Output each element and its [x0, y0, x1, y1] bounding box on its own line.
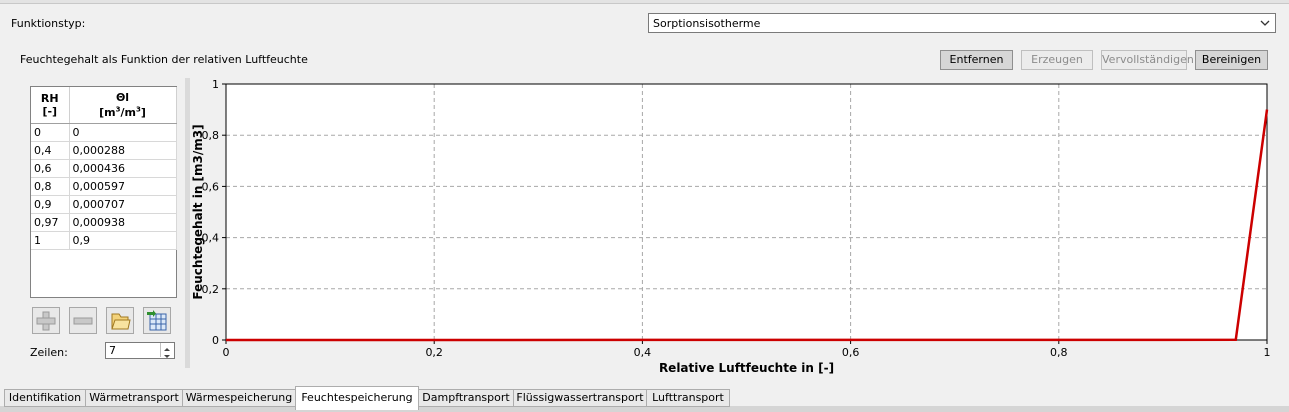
chart-svg: 0 0,2 0,4 0,6 0,8 100,20,40,60,81Relative Luf… [191, 78, 1271, 375]
column-header-rh[interactable]: RH [-] [31, 87, 70, 124]
import-table-button[interactable] [143, 307, 171, 334]
tab-lufttransport[interactable]: Lufttransport [646, 389, 730, 407]
minus-icon [73, 317, 93, 325]
plot-background [226, 84, 1267, 340]
rows-spinbox[interactable]: 7 [105, 342, 175, 359]
x-tick-label: 0 [223, 346, 230, 359]
theta-cell[interactable]: 0,000597 [69, 177, 177, 196]
open-file-button[interactable] [106, 307, 134, 334]
y-axis-label: Feuchtegehalt in [m3/m3] [191, 124, 205, 299]
y-tick-label: 0 [212, 334, 219, 347]
function-type-select[interactable]: Sorptionsisotherme [648, 13, 1276, 33]
window-top-border [0, 0, 1289, 4]
clean-button[interactable]: Bereinigen [1195, 50, 1268, 70]
table-row[interactable]: 0,9 0,000707 [31, 195, 177, 214]
table-header-row: RH [-] Θl [m3/m3] [31, 87, 177, 124]
theta-cell[interactable]: 0 [69, 123, 177, 142]
chevron-down-icon [1258, 15, 1272, 31]
theta-cell[interactable]: 0,000707 [69, 195, 177, 214]
rh-header-label: RH [40, 92, 59, 105]
spin-up-icon[interactable] [160, 343, 173, 351]
table-row[interactable]: 1 0,9 [31, 231, 177, 250]
theta-cell[interactable]: 0,000436 [69, 159, 177, 178]
tab-wärmespeicherung[interactable]: Wärmespeicherung [182, 389, 296, 407]
rows-value: 7 [109, 344, 116, 357]
section-description: Feuchtegehalt als Funktion der relativen… [20, 53, 308, 66]
x-tick-label: 0,6 [842, 346, 860, 359]
x-tick-label: 0,8 [1050, 346, 1068, 359]
x-axis-label: Relative Luftfeuchte in [-] [659, 361, 834, 375]
theta-header-unit: [m3/m3] [99, 105, 146, 120]
table-row[interactable]: 0,6 0,000436 [31, 159, 177, 178]
function-type-value: Sorptionsisotherme [653, 17, 761, 30]
table-row[interactable]: 0,8 0,000597 [31, 177, 177, 196]
y-tick-label: 1 [212, 78, 219, 91]
rows-label: Zeilen: [30, 346, 68, 359]
tab-flüssigwassertransport[interactable]: Flüssigwassertransport [513, 389, 647, 407]
theta-header-label: Θl [115, 90, 130, 104]
spin-down-icon[interactable] [160, 350, 173, 358]
theta-cell[interactable]: 0,000938 [69, 213, 177, 232]
rh-cell[interactable]: 0,9 [31, 195, 70, 214]
rh-cell[interactable]: 0 [31, 123, 70, 142]
data-grid[interactable]: RH [-] Θl [m3/m3] 00 0,4 0,000288 0,6 0,00… [31, 87, 177, 250]
rh-cell[interactable]: 0,6 [31, 159, 70, 178]
rh-header-unit: [-] [42, 105, 58, 118]
table-import-icon [147, 310, 167, 331]
table-row[interactable]: 00 [31, 123, 177, 142]
column-header-theta[interactable]: Θl [m3/m3] [69, 87, 177, 124]
add-row-button[interactable] [32, 307, 60, 334]
create-button[interactable]: Erzeugen [1021, 50, 1093, 70]
remove-button[interactable]: Entfernen [940, 50, 1013, 70]
tab-dampftransport[interactable]: Dampftransport [418, 389, 514, 407]
folder-icon [111, 313, 131, 330]
tab-wärmetransport[interactable]: Wärmetransport [85, 389, 183, 407]
rh-cell[interactable]: 0,4 [31, 141, 70, 160]
rh-cell[interactable]: 1 [31, 231, 70, 250]
x-tick-label: 0,2 [425, 346, 443, 359]
table-row[interactable]: 0,4 0,000288 [31, 141, 177, 160]
tab-identifikation[interactable]: Identifikation [4, 389, 86, 407]
complete-button[interactable]: Vervollständigen [1101, 50, 1194, 70]
sorption-data-table[interactable]: RH [-] Θl [m3/m3] 00 0,4 0,000288 0,6 0,00… [30, 86, 177, 298]
rh-cell[interactable]: 0,97 [31, 213, 70, 232]
sorption-chart: 0 0,2 0,4 0,6 0,8 1 0 0,2 0,4 0,6 0,8 1 Relative Luf… [190, 76, 1289, 376]
x-tick-label: 0,4 [634, 346, 652, 359]
function-type-label: Funktionstyp: [11, 17, 86, 30]
remove-row-button[interactable] [69, 307, 97, 334]
rh-cell[interactable]: 0,8 [31, 177, 70, 196]
tab-feuchtespeicherung[interactable]: Feuchtespeicherung [295, 386, 419, 410]
theta-cell[interactable]: 0,9 [69, 231, 177, 250]
plus-icon [36, 311, 56, 331]
theta-cell[interactable]: 0,000288 [69, 141, 177, 160]
x-tick-label: 1 [1264, 346, 1271, 359]
table-row[interactable]: 0,97 0,000938 [31, 213, 177, 232]
